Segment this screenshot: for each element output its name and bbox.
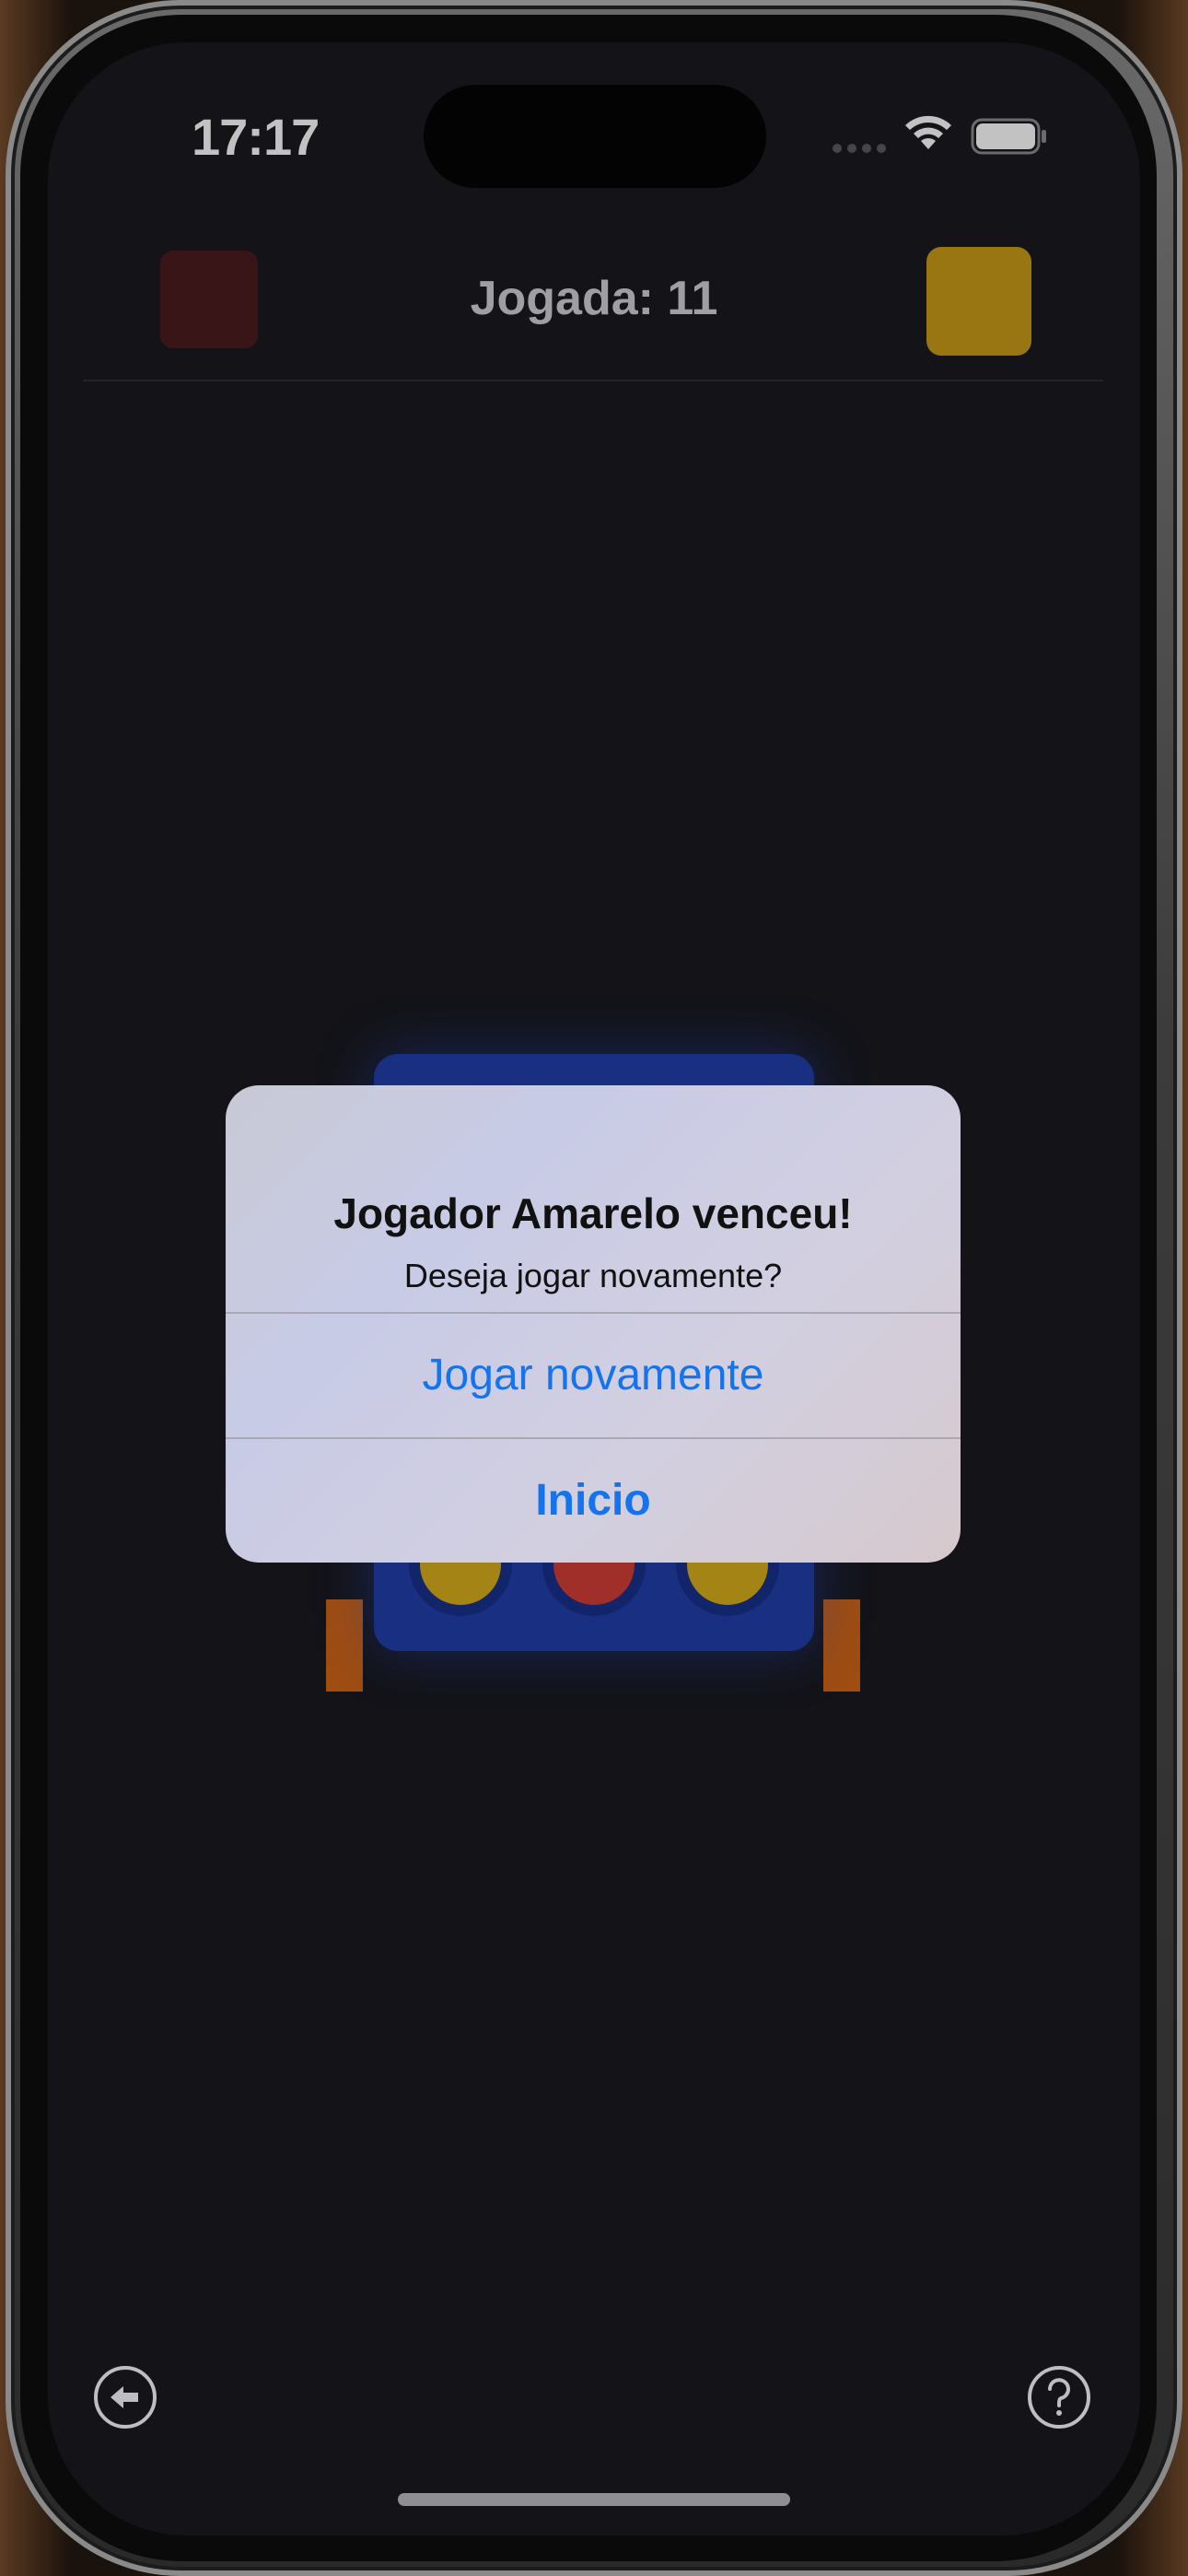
app-screen: 17:17 Jogada: 11 Jogador Amarelo venceu!… <box>48 42 1140 2535</box>
home-button[interactable]: Inicio <box>226 1439 961 1563</box>
play-again-button[interactable]: Jogar novamente <box>226 1314 961 1437</box>
help-icon[interactable] <box>1026 2364 1092 2430</box>
alert-title: Jogador Amarelo venceu! <box>333 1189 853 1237</box>
back-arrow-icon[interactable] <box>92 2364 158 2430</box>
alert-message: Deseja jogar novamente? <box>403 1257 783 1294</box>
home-indicator[interactable] <box>398 2493 790 2506</box>
win-alert-dialog: Jogador Amarelo venceu! Deseja jogar nov… <box>226 1085 961 1563</box>
